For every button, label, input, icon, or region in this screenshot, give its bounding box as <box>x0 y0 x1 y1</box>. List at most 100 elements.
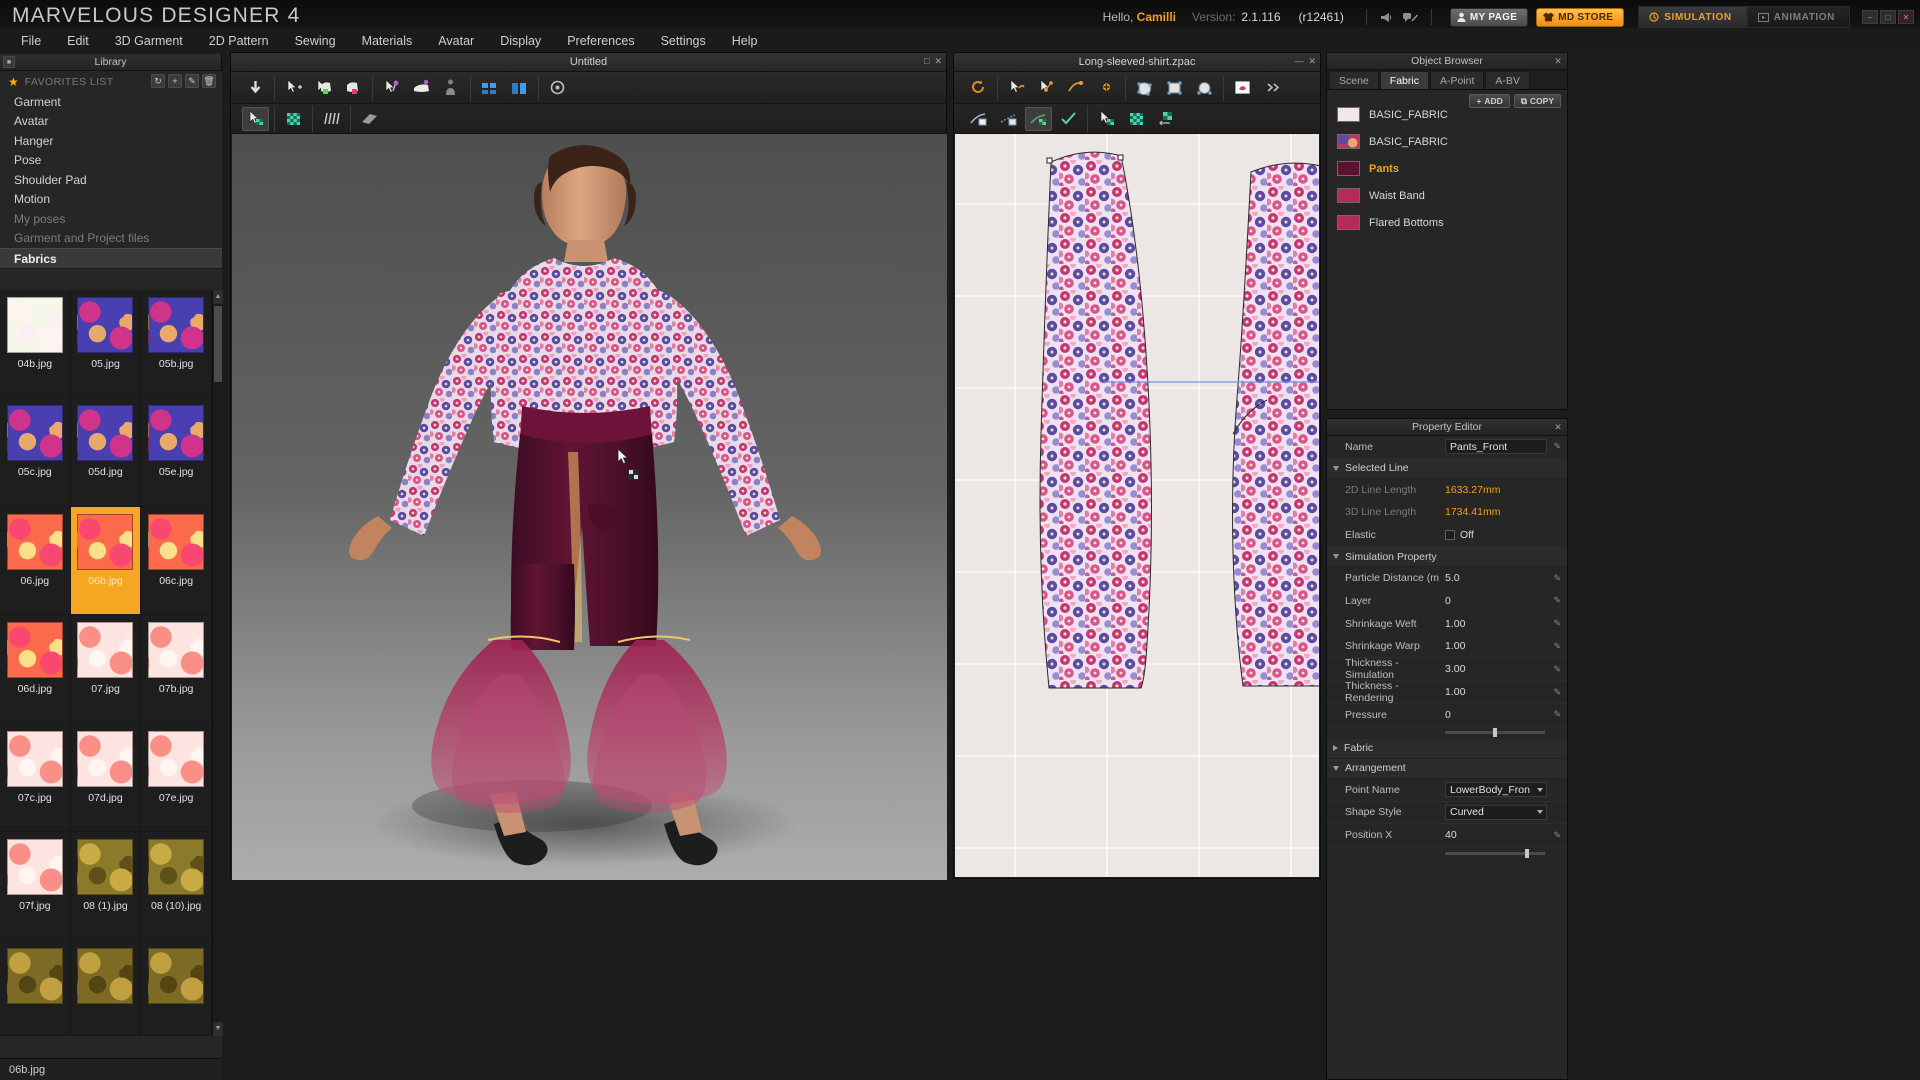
select-mesh-button[interactable] <box>310 76 337 100</box>
tab-fabric[interactable]: Fabric <box>1380 71 1429 89</box>
property-value[interactable]: Pants_Front ✎ <box>1445 439 1567 454</box>
fabric-thumbnail[interactable] <box>141 941 212 1036</box>
property-value[interactable]: 1.00✎ <box>1445 686 1567 698</box>
chevron-down-icon[interactable] <box>1333 766 1339 771</box>
property-value[interactable]: 1734.41mm <box>1445 506 1567 518</box>
property-value[interactable]: Off <box>1445 529 1567 541</box>
check-sewing-button[interactable] <box>1055 107 1082 131</box>
refresh-icon[interactable]: ↻ <box>151 74 165 88</box>
property-row[interactable]: Thickness - Rendering1.00✎ <box>1327 681 1567 704</box>
property-section-fabric[interactable]: Fabric <box>1327 739 1567 759</box>
property-row[interactable]: NamePants_Front✎ <box>1327 436 1567 459</box>
edit-curvature-button[interactable] <box>1063 76 1090 100</box>
property-row[interactable]: Shrinkage Warp1.00✎ <box>1327 636 1567 659</box>
fabric-thumbnail[interactable]: 06b.jpg <box>71 507 142 615</box>
tab-a-bv[interactable]: A-BV <box>1485 71 1530 89</box>
fabric-thumbnail[interactable] <box>0 941 71 1036</box>
menu-item-avatar[interactable]: Avatar <box>425 28 487 54</box>
library-item-avatar[interactable]: Avatar <box>0 112 222 132</box>
tab-scene[interactable]: Scene <box>1329 71 1379 89</box>
pleat-button[interactable] <box>318 107 345 131</box>
close-icon[interactable]: ✕ <box>1553 56 1563 66</box>
md-store-button[interactable]: MD STORE <box>1536 8 1624 27</box>
checkbox[interactable] <box>1445 530 1455 540</box>
pencil-icon[interactable]: ✎ <box>1553 641 1561 652</box>
fabric-color-swatch[interactable] <box>1337 188 1360 203</box>
property-value[interactable]: 40✎ <box>1445 829 1567 841</box>
property-value[interactable]: 1633.27mm <box>1445 484 1567 496</box>
property-row[interactable]: ElasticOff <box>1327 524 1567 547</box>
menu-item-materials[interactable]: Materials <box>349 28 426 54</box>
pencil-icon[interactable]: ✎ <box>1553 709 1561 720</box>
select-transform-button[interactable] <box>1003 76 1030 100</box>
slider-track[interactable] <box>1445 731 1545 734</box>
property-value[interactable]: 5.0✎ <box>1445 572 1567 584</box>
transform-pattern-button[interactable] <box>242 107 269 131</box>
slider-knob[interactable] <box>1525 849 1529 858</box>
arrangement-clear-button[interactable] <box>506 76 533 100</box>
fabric-thumbnail[interactable]: 04b.jpg <box>0 290 71 398</box>
fabric-thumbnail-grid[interactable]: 04b.jpg05.jpg05b.jpg05c.jpg05d.jpg05e.jp… <box>0 290 222 1036</box>
menu-item-settings[interactable]: Settings <box>648 28 719 54</box>
fabric-thumbnail[interactable]: 07.jpg <box>71 615 142 723</box>
object-browser-row[interactable]: Waist Band <box>1327 182 1567 209</box>
pattern-mesh-button[interactable] <box>280 107 307 131</box>
pencil-icon[interactable]: ✎ <box>1553 441 1561 452</box>
fabric-thumbnail[interactable]: 08 (1).jpg <box>71 832 142 940</box>
fabric-thumbnail[interactable]: 06d.jpg <box>0 615 71 723</box>
edit-curve-point-button[interactable] <box>1033 76 1060 100</box>
object-browser-row[interactable]: Pants <box>1327 155 1567 182</box>
pencil-icon[interactable]: ✎ <box>1553 573 1561 584</box>
library-item-hanger[interactable]: Hanger <box>0 131 222 151</box>
library-scrollbar[interactable]: ▲ ▼ <box>212 290 222 1036</box>
feedback-icon[interactable] <box>1399 6 1423 28</box>
property-value[interactable]: 3.00✎ <box>1445 663 1567 675</box>
menu-item-display[interactable]: Display <box>487 28 554 54</box>
library-item-shoulder-pad[interactable]: Shoulder Pad <box>0 170 222 190</box>
library-item-garment[interactable]: Garment <box>0 92 222 112</box>
object-browser-row[interactable]: BASIC_FABRIC <box>1327 101 1567 128</box>
chevron-down-icon[interactable] <box>1333 554 1339 559</box>
property-dropdown[interactable]: LowerBody_Fron <box>1445 782 1547 797</box>
tape-measure-button[interactable] <box>544 76 571 100</box>
property-row[interactable]: Shape StyleCurved <box>1327 802 1567 825</box>
select-mesh-box-button[interactable] <box>340 76 367 100</box>
fabric-thumbnail[interactable]: 07d.jpg <box>71 724 142 832</box>
chevron-down-icon[interactable] <box>1537 810 1543 814</box>
segment-sewing-button[interactable] <box>1025 107 1052 131</box>
texture-stamp-button[interactable] <box>1229 76 1256 100</box>
free-sewing-button[interactable] <box>995 107 1022 131</box>
fabric-color-swatch[interactable] <box>1337 107 1360 122</box>
library-section-fabrics[interactable]: Fabrics <box>0 248 222 269</box>
edit-texture-button[interactable] <box>1123 107 1150 131</box>
object-browser-row[interactable]: Flared Bottoms <box>1327 209 1567 236</box>
property-value[interactable]: Curved <box>1445 805 1567 820</box>
property-row[interactable]: 3D Line Length1734.41mm <box>1327 502 1567 525</box>
my-page-button[interactable]: MY PAGE <box>1450 8 1528 27</box>
menu-item-3d-garment[interactable]: 3D Garment <box>102 28 196 54</box>
name-input[interactable]: Pants_Front <box>1445 439 1547 454</box>
select-texture-button[interactable] <box>1093 107 1120 131</box>
close-icon[interactable]: ✕ <box>1553 422 1563 432</box>
property-section-simulation-property[interactable]: Simulation Property <box>1327 547 1567 567</box>
property-value[interactable]: LowerBody_Fron <box>1445 782 1567 797</box>
fabric-thumbnail[interactable]: 07c.jpg <box>0 724 71 832</box>
slider-knob[interactable] <box>1493 728 1497 737</box>
maximize-icon[interactable]: □ <box>924 56 929 67</box>
plus-icon[interactable]: + <box>168 74 182 88</box>
chevron-right-icon[interactable] <box>1333 745 1338 751</box>
library-item-garment-and-project-files[interactable]: Garment and Project files <box>0 229 222 249</box>
more-tools-button[interactable] <box>1259 76 1286 100</box>
polygon-button[interactable] <box>1131 76 1158 100</box>
scroll-down-arrow[interactable]: ▼ <box>213 1022 223 1036</box>
pencil-icon[interactable]: ✎ <box>1553 618 1561 629</box>
library-item-my-poses[interactable]: My poses <box>0 209 222 229</box>
property-row[interactable]: Particle Distance (m5.0✎ <box>1327 567 1567 590</box>
menu-item-sewing[interactable]: Sewing <box>282 28 349 54</box>
property-section-arrangement[interactable]: Arrangement <box>1327 759 1567 779</box>
library-item-pose[interactable]: Pose <box>0 151 222 171</box>
fabric-thumbnail[interactable]: 05d.jpg <box>71 398 142 506</box>
close-icon[interactable]: ✕ <box>1308 56 1316 67</box>
fabric-thumbnail[interactable]: 06.jpg <box>0 507 71 615</box>
fold-arrange-button[interactable] <box>408 76 435 100</box>
